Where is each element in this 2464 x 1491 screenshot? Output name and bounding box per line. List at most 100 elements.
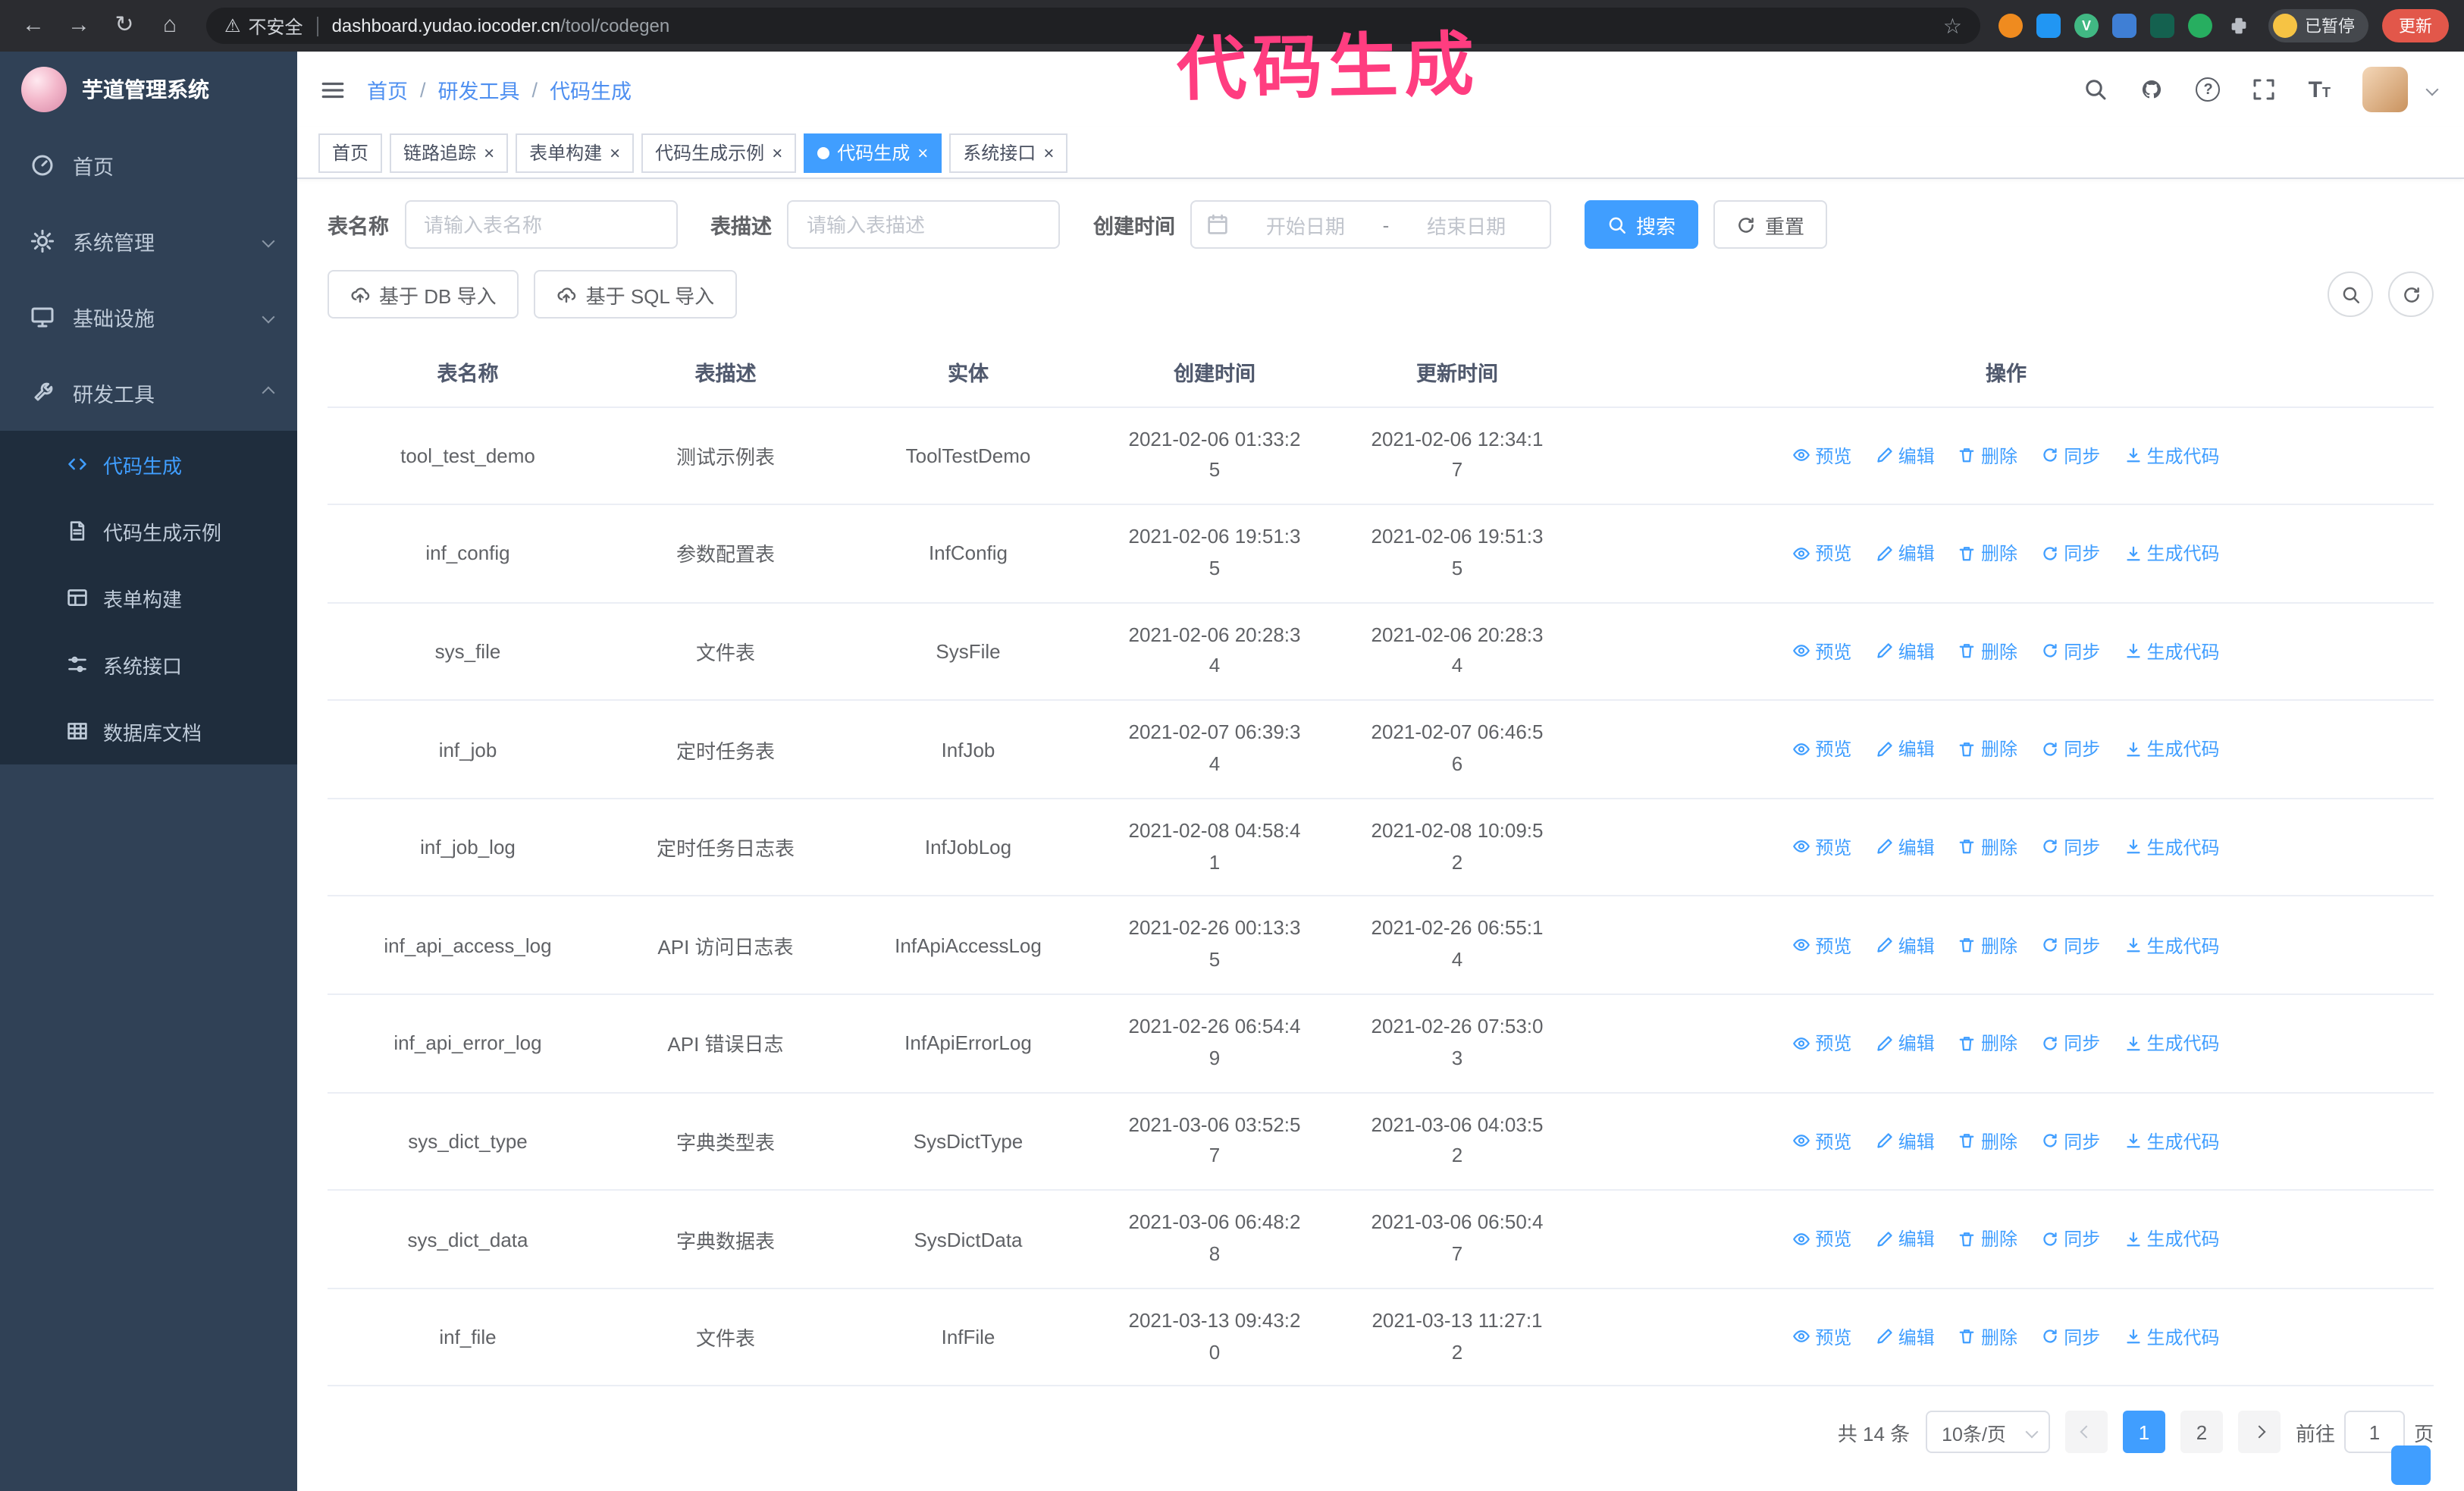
browser-forward-icon[interactable]: →	[61, 0, 97, 52]
refresh-table-button[interactable]	[2388, 272, 2434, 317]
browser-reload-icon[interactable]: ↻	[106, 0, 143, 52]
preview-action[interactable]: 预览	[1792, 1324, 1851, 1350]
edit-action[interactable]: 编辑	[1876, 1128, 1935, 1154]
breadcrumb-current[interactable]: 代码生成	[550, 74, 632, 105]
floating-settings-button[interactable]	[2391, 1445, 2431, 1485]
close-icon[interactable]: ×	[610, 143, 620, 162]
tab-form-builder[interactable]: 表单构建 ×	[516, 133, 635, 172]
edit-action[interactable]: 编辑	[1876, 834, 1935, 860]
edit-action[interactable]: 编辑	[1876, 1226, 1935, 1252]
extension-icon-teal[interactable]	[2150, 14, 2174, 38]
delete-action[interactable]: 删除	[1958, 1128, 2017, 1154]
generate-code-action[interactable]: 生成代码	[2124, 736, 2220, 762]
sync-action[interactable]: 同步	[2041, 834, 2100, 860]
browser-back-icon[interactable]: ←	[15, 0, 52, 52]
extension-icon-green[interactable]	[2188, 14, 2212, 38]
breadcrumb-devtools[interactable]: 研发工具	[438, 74, 520, 105]
preview-action[interactable]: 预览	[1792, 1226, 1851, 1252]
delete-action[interactable]: 删除	[1958, 442, 2017, 468]
close-icon[interactable]: ×	[772, 143, 782, 162]
chrome-update-button[interactable]: 更新	[2382, 9, 2449, 42]
generate-code-action[interactable]: 生成代码	[2124, 638, 2220, 664]
delete-action[interactable]: 删除	[1958, 1226, 2017, 1252]
tab-tracing[interactable]: 链路追踪 ×	[390, 133, 509, 172]
delete-action[interactable]: 删除	[1958, 736, 2017, 762]
search-icon[interactable]	[2084, 77, 2108, 102]
tab-home[interactable]: 首页	[318, 133, 383, 172]
sync-action[interactable]: 同步	[2041, 932, 2100, 958]
date-range-picker[interactable]: 开始日期 - 结束日期	[1190, 200, 1551, 249]
preview-action[interactable]: 预览	[1792, 736, 1851, 762]
generate-code-action[interactable]: 生成代码	[2124, 540, 2220, 566]
github-icon[interactable]	[2140, 77, 2165, 102]
preview-action[interactable]: 预览	[1792, 1128, 1851, 1154]
delete-action[interactable]: 删除	[1958, 1030, 2017, 1056]
sidebar-item-devtools[interactable]: 研发工具	[0, 355, 297, 431]
edit-action[interactable]: 编辑	[1876, 638, 1935, 664]
sidebar-item-system[interactable]: 系统管理	[0, 203, 297, 279]
sidebar-item-form-builder[interactable]: 表单构建	[0, 564, 297, 631]
sidebar-item-home[interactable]: 首页	[0, 127, 297, 203]
sync-action[interactable]: 同步	[2041, 442, 2100, 468]
preview-action[interactable]: 预览	[1792, 1030, 1851, 1056]
generate-code-action[interactable]: 生成代码	[2124, 932, 2220, 958]
sync-action[interactable]: 同步	[2041, 1128, 2100, 1154]
preview-action[interactable]: 预览	[1792, 442, 1851, 468]
address-bar[interactable]: ⚠ 不安全 dashboard.yudao.iocoder.cn/tool/co…	[206, 8, 1980, 44]
profile-paused-badge[interactable]: 已暂停	[2268, 9, 2368, 42]
table-desc-input[interactable]	[787, 200, 1060, 249]
sidebar-item-codegen[interactable]: 代码生成	[0, 431, 297, 498]
sync-action[interactable]: 同步	[2041, 1030, 2100, 1056]
sidebar-item-system-api[interactable]: 系统接口	[0, 631, 297, 698]
font-size-icon[interactable]: TT	[2309, 77, 2331, 102]
edit-action[interactable]: 编辑	[1876, 932, 1935, 958]
menu-fold-icon[interactable]	[297, 77, 367, 102]
vue-devtools-icon[interactable]: V	[2074, 14, 2099, 38]
edit-action[interactable]: 编辑	[1876, 442, 1935, 468]
edit-action[interactable]: 编辑	[1876, 1030, 1935, 1056]
preview-action[interactable]: 预览	[1792, 834, 1851, 860]
toggle-search-button[interactable]	[2328, 272, 2373, 317]
user-avatar[interactable]	[2362, 67, 2408, 112]
fullscreen-icon[interactable]	[2252, 77, 2277, 102]
bookmark-star-icon[interactable]: ☆	[1943, 13, 1962, 39]
table-name-input[interactable]	[404, 200, 677, 249]
page-size-select[interactable]: 10条/页	[1925, 1411, 2050, 1454]
import-db-button[interactable]: 基于 DB 导入	[328, 270, 519, 319]
delete-action[interactable]: 删除	[1958, 1324, 2017, 1350]
delete-action[interactable]: 删除	[1958, 932, 2017, 958]
search-button[interactable]: 搜索	[1585, 200, 1699, 249]
sync-action[interactable]: 同步	[2041, 736, 2100, 762]
generate-code-action[interactable]: 生成代码	[2124, 1226, 2220, 1252]
edit-action[interactable]: 编辑	[1876, 736, 1935, 762]
sync-action[interactable]: 同步	[2041, 638, 2100, 664]
generate-code-action[interactable]: 生成代码	[2124, 1128, 2220, 1154]
generate-code-action[interactable]: 生成代码	[2124, 834, 2220, 860]
sync-action[interactable]: 同步	[2041, 1226, 2100, 1252]
page-button-1[interactable]: 1	[2122, 1411, 2165, 1454]
browser-home-icon[interactable]: ⌂	[152, 0, 188, 52]
delete-action[interactable]: 删除	[1958, 834, 2017, 860]
next-page-button[interactable]	[2237, 1411, 2281, 1454]
extensions-puzzle-icon[interactable]	[2226, 14, 2250, 38]
generate-code-action[interactable]: 生成代码	[2124, 1030, 2220, 1056]
preview-action[interactable]: 预览	[1792, 932, 1851, 958]
extension-icon-people[interactable]	[2112, 14, 2136, 38]
extension-icon-blue[interactable]	[2036, 14, 2061, 38]
extension-icon-orange[interactable]	[1998, 14, 2023, 38]
tab-system-api[interactable]: 系统接口 ×	[949, 133, 1068, 172]
reset-button[interactable]: 重置	[1713, 200, 1828, 249]
sidebar-item-db-doc[interactable]: 数据库文档	[0, 698, 297, 764]
close-icon[interactable]: ×	[484, 143, 494, 162]
preview-action[interactable]: 预览	[1792, 540, 1851, 566]
edit-action[interactable]: 编辑	[1876, 540, 1935, 566]
delete-action[interactable]: 删除	[1958, 638, 2017, 664]
sync-action[interactable]: 同步	[2041, 1324, 2100, 1350]
generate-code-action[interactable]: 生成代码	[2124, 442, 2220, 468]
close-icon[interactable]: ×	[1043, 143, 1054, 162]
delete-action[interactable]: 删除	[1958, 540, 2017, 566]
prev-page-button[interactable]	[2064, 1411, 2108, 1454]
chevron-down-icon[interactable]	[2425, 83, 2439, 96]
breadcrumb-home[interactable]: 首页	[367, 74, 408, 105]
sync-action[interactable]: 同步	[2041, 540, 2100, 566]
